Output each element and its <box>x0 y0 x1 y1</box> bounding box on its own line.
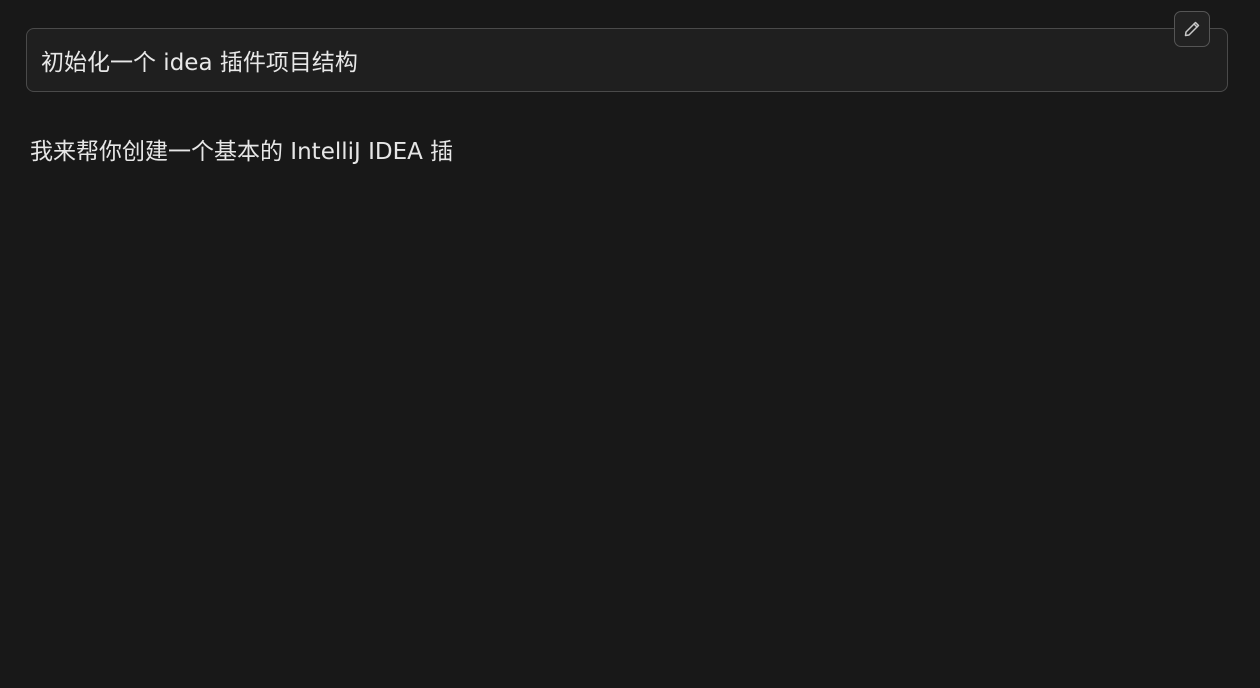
assistant-message-text: 我来帮你创建一个基本的 IntelliJ IDEA 插 <box>30 139 454 165</box>
user-message-bubble: 初始化一个 idea 插件项目结构 <box>26 28 1228 92</box>
user-message-text: 初始化一个 idea 插件项目结构 <box>41 50 358 76</box>
chat-area: 初始化一个 idea 插件项目结构 我来帮你创建一个基本的 IntelliJ I… <box>0 0 1260 688</box>
edit-message-button[interactable] <box>1174 11 1210 47</box>
pencil-icon <box>1182 19 1202 39</box>
